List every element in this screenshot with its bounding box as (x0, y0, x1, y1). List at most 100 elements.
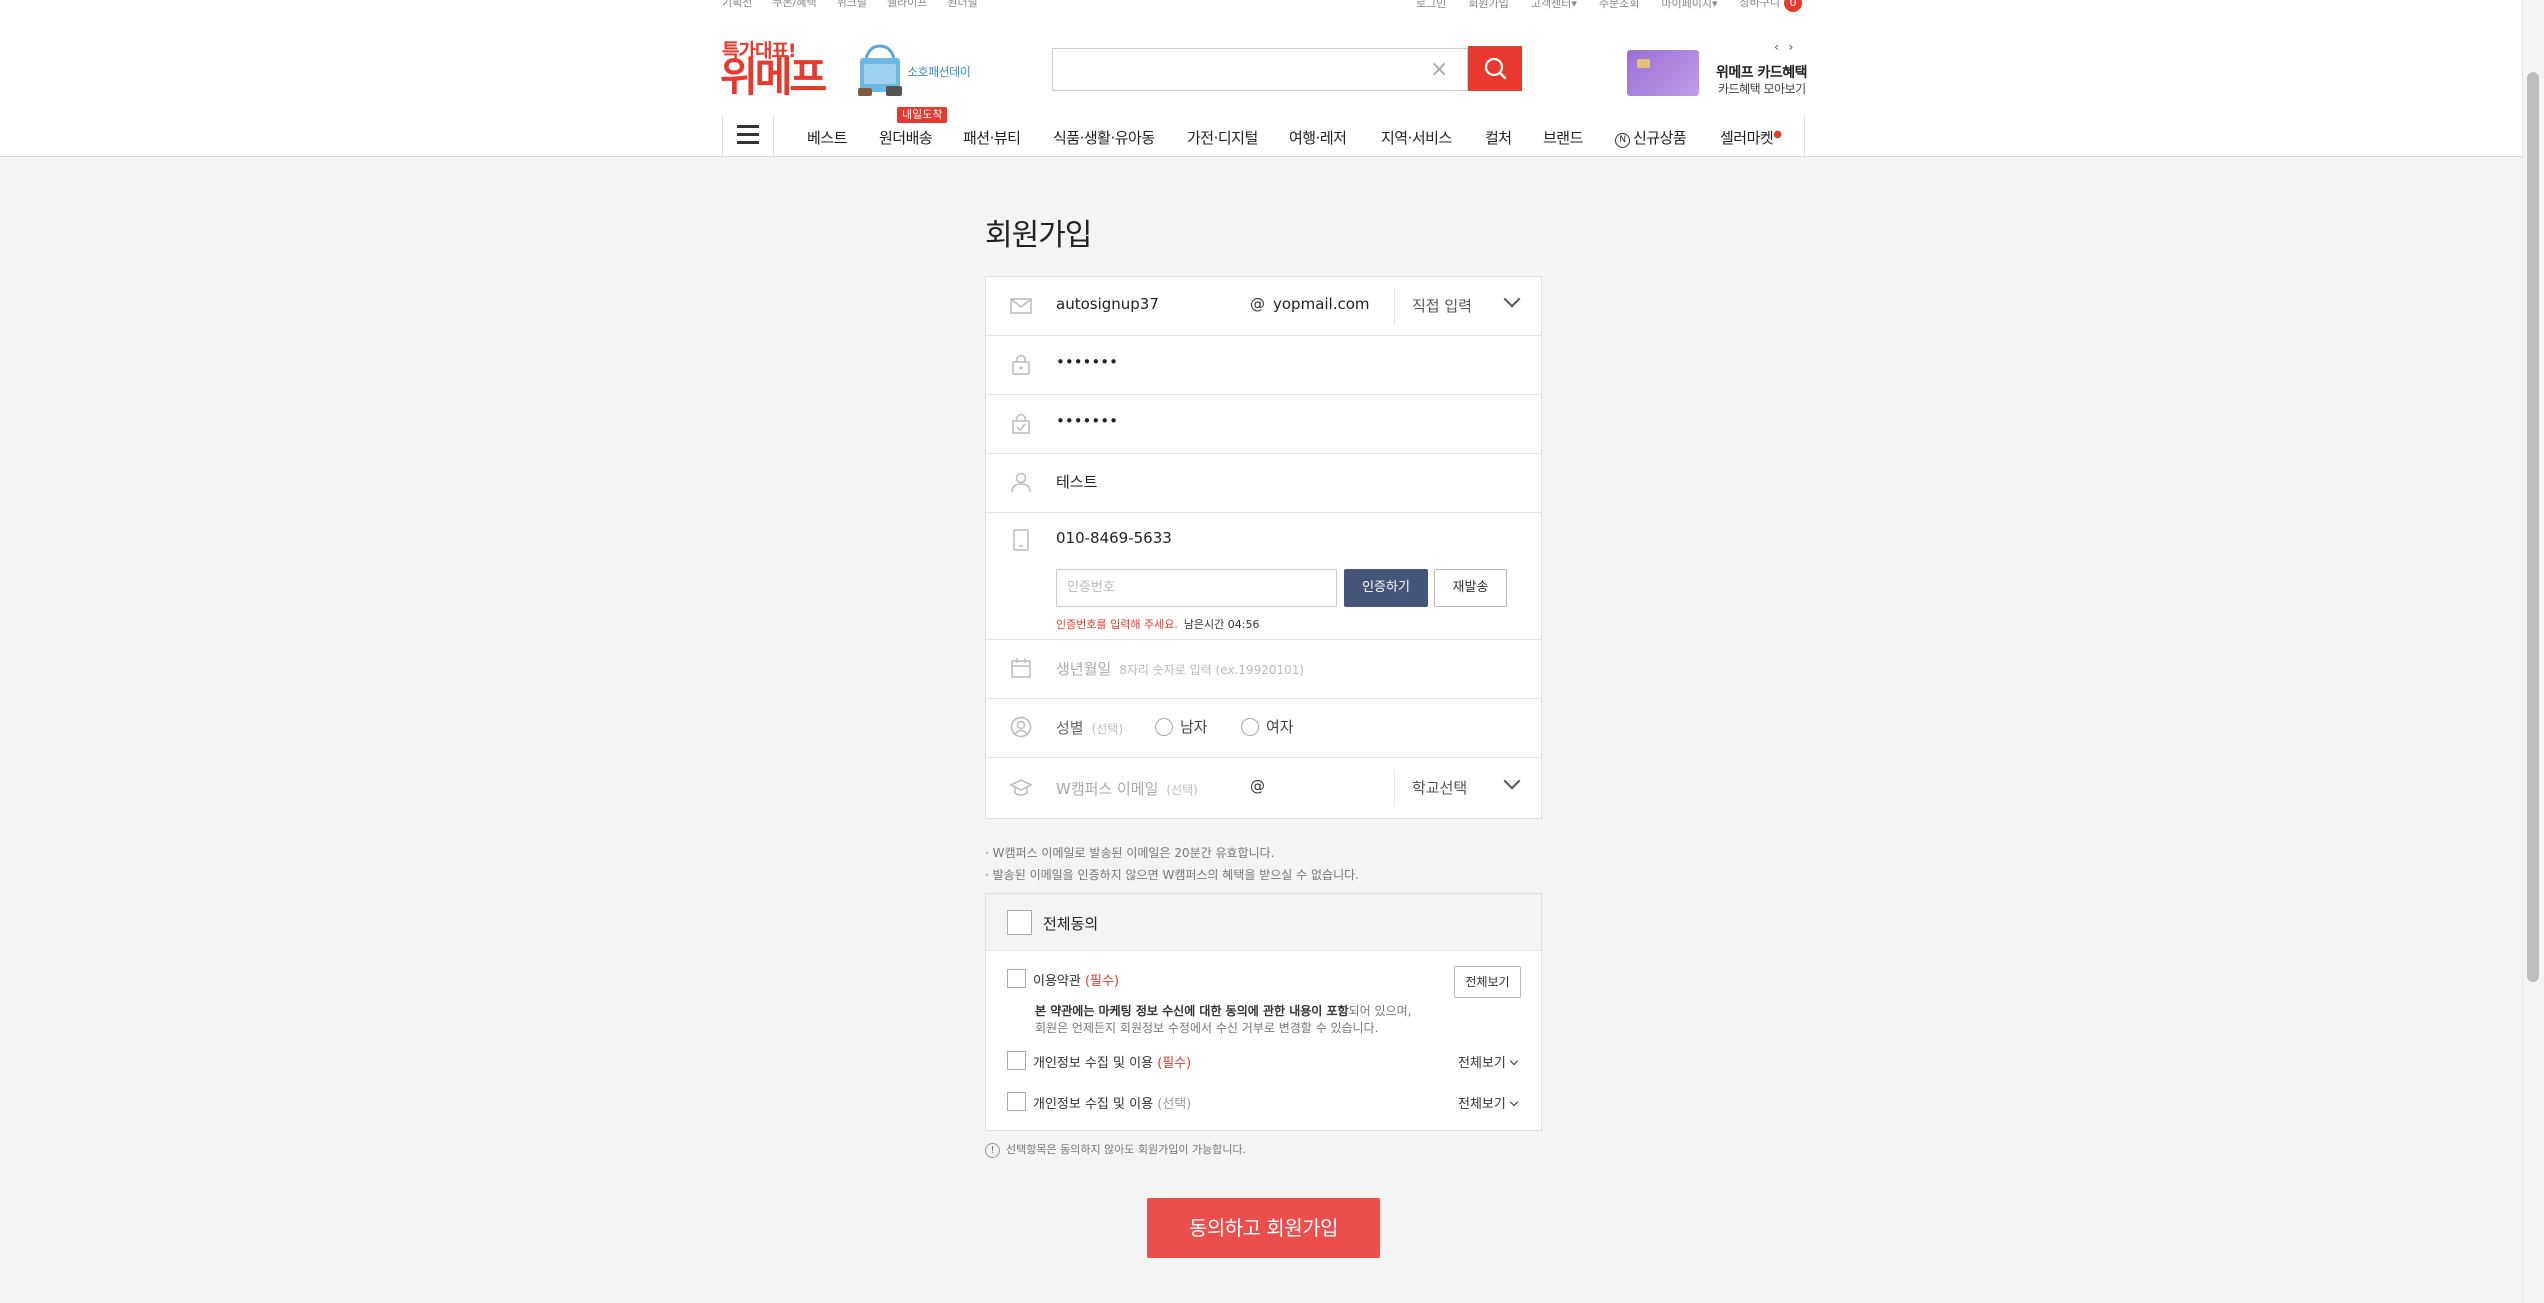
search-input[interactable] (1052, 48, 1468, 91)
signup-link[interactable]: 회원가입 (1468, 0, 1508, 11)
email-divider (1394, 288, 1395, 324)
school-select[interactable]: 학교선택 (1412, 777, 1467, 798)
util-link-3[interactable]: 위크딜 (837, 0, 867, 10)
utility-links-left: 기획전 쿠폰/혜택 위크딜 웰라이프 원더딜 (722, 0, 998, 10)
logo[interactable]: 위메프 (720, 54, 827, 100)
util-link-1[interactable]: 기획전 (722, 0, 752, 10)
auth-code-input[interactable]: 인증번호 (1056, 569, 1337, 607)
utility-links-right: 로그인 회원가입 고객센터▾ 주문조회 마이페이지▾ 장바구니 0 (1394, 0, 1802, 12)
util-link-5[interactable]: 원더딜 (947, 0, 977, 10)
calendar-icon (1011, 658, 1031, 678)
nav-fashion-beauty[interactable]: 패션·뷰티 (963, 127, 1021, 148)
nav-travel-leisure[interactable]: 여행·레저 (1289, 127, 1347, 148)
privacy-optional-view-link[interactable]: 전체보기 (1458, 1093, 1519, 1112)
mypage-label: 마이페이지 (1661, 0, 1712, 10)
info-icon: ! (985, 1143, 1000, 1158)
privacy-required-label[interactable]: 개인정보 수집 및 이용 (필수) (1033, 1052, 1191, 1071)
privacy-required-checkbox[interactable] (1007, 1051, 1026, 1070)
nav-brand[interactable]: 브랜드 (1543, 127, 1583, 148)
login-link[interactable]: 로그인 (1416, 0, 1446, 11)
cart-count-badge: 0 (1784, 0, 1802, 12)
agree-signup-button[interactable]: 동의하고 회원가입 (1147, 1198, 1380, 1258)
agreement-box: 전체동의 이용약관 (필수) 전체보기 본 약관에는 마케팅 정보 수신에 대한… (985, 893, 1542, 1131)
verify-button[interactable]: 인증하기 (1344, 569, 1428, 607)
phone-field[interactable]: 010-8469-5633 (1056, 529, 1172, 547)
nav-wonder-delivery[interactable]: 원더배송 (879, 127, 933, 148)
card-benefit-sub[interactable]: 카드혜택 모아보기 (1718, 80, 1806, 97)
lock-check-icon (1012, 413, 1030, 434)
note-line-1: · W캠퍼스 이메일로 발송된 이메일은 20분간 유효합니다. (985, 846, 1275, 860)
password-confirm-row: ••••••• (986, 395, 1541, 454)
agree-all-row: 전체동의 (986, 894, 1541, 951)
nav-local-service[interactable]: 지역·서비스 (1381, 127, 1452, 148)
privacy-optional-tag: (선택) (1157, 1097, 1192, 1112)
privacy-optional-view-label: 전체보기 (1458, 1097, 1506, 1112)
util-link-4[interactable]: 웰라이프 (887, 0, 927, 10)
gender-male-label[interactable]: 남자 (1180, 716, 1208, 737)
search-icon (1484, 57, 1507, 80)
privacy-optional-checkbox[interactable] (1007, 1092, 1026, 1111)
agree-all-label[interactable]: 전체동의 (1043, 913, 1098, 934)
gender-label: 성별 (1056, 719, 1084, 737)
nav-seller-market[interactable]: 셀러마켓● (1720, 127, 1782, 148)
card-benefit-image[interactable] (1627, 50, 1699, 96)
hamburger-menu-icon[interactable] (737, 125, 759, 147)
page-title: 회원가입 (985, 218, 1092, 253)
clear-icon[interactable]: × (1430, 57, 1448, 82)
shopping-bag-icon[interactable] (856, 44, 904, 98)
campus-email-field[interactable]: W캠퍼스 이메일 (선택) (1056, 778, 1198, 799)
privacy-optional-label[interactable]: 개인정보 수집 및 이용 (선택) (1033, 1093, 1191, 1112)
terms-label[interactable]: 이용약관 (필수) (1033, 970, 1119, 989)
password-field[interactable]: ••••••• (1056, 353, 1118, 371)
marketing-notice-tail: 되어 있으며, (1348, 1004, 1412, 1018)
category-nav: 내일도착 베스트 원더배송 패션·뷰티 식품·생활·유아동 가전·디지털 여행·… (722, 107, 1805, 157)
scrollbar-thumb[interactable] (2527, 72, 2539, 982)
campus-email-row: W캠퍼스 이메일 (선택) @ 학교선택 (986, 758, 1541, 819)
agree-all-checkbox[interactable] (1007, 910, 1032, 935)
birth-row: 생년월일 8자리 숫자로 입력 (ex.19920101) (986, 640, 1541, 699)
resend-button[interactable]: 재발송 (1434, 569, 1507, 607)
card-banner-arrows[interactable]: ‹ › (1774, 40, 1796, 54)
nav-new-products-label: 신규상품 (1633, 129, 1687, 147)
chevron-down-icon[interactable] (1503, 290, 1521, 308)
name-row: 테스트 (986, 454, 1541, 513)
email-id-field[interactable]: autosignup37 (1056, 295, 1159, 313)
mypage-link[interactable]: 마이페이지▾ (1661, 0, 1717, 11)
birth-label: 생년월일 (1056, 660, 1112, 678)
cart-link[interactable]: 장바구니 0 (1740, 0, 1802, 12)
terms-view-button[interactable]: 전체보기 (1454, 966, 1521, 998)
password-row: ••••••• (986, 336, 1541, 395)
terms-checkbox[interactable] (1007, 969, 1026, 988)
gender-female-radio[interactable] (1241, 718, 1259, 736)
gender-male-radio[interactable] (1155, 718, 1173, 736)
nav-food-living[interactable]: 식품·생활·유아동 (1053, 127, 1155, 148)
nav-new-products[interactable]: N 신규상품 (1615, 127, 1687, 148)
gender-hint: (선택) (1091, 722, 1124, 736)
chevron-down-icon[interactable] (1503, 772, 1521, 790)
user-icon (1011, 472, 1031, 493)
nav-appliance-digital[interactable]: 가전·디지털 (1187, 127, 1258, 148)
nav-divider (773, 116, 774, 157)
email-domain-field[interactable]: yopmail.com (1273, 295, 1370, 313)
password-confirm-field[interactable]: ••••••• (1056, 412, 1118, 430)
signup-form: autosignup37 @ yopmail.com 직접 입력 •••••••… (985, 276, 1542, 819)
name-field[interactable]: 테스트 (1056, 471, 1097, 492)
nav-best[interactable]: 베스트 (807, 127, 847, 148)
graduation-cap-icon (1010, 779, 1032, 796)
privacy-required-view-link[interactable]: 전체보기 (1458, 1052, 1519, 1071)
phone-icon (1013, 529, 1029, 551)
search-button[interactable] (1468, 46, 1522, 91)
nav-culture[interactable]: 컬처 (1485, 127, 1512, 148)
card-chip-icon (1637, 59, 1650, 68)
note-line-2: · 발송된 이메일을 인증하지 않으면 W캠퍼스의 혜택을 받으실 수 없습니다… (985, 868, 1359, 882)
birth-field[interactable]: 생년월일 8자리 숫자로 입력 (ex.19920101) (1056, 658, 1304, 679)
order-tracking-link[interactable]: 주문조회 (1599, 0, 1639, 11)
card-benefit-title[interactable]: 위메프 카드혜택 (1716, 62, 1808, 82)
email-domain-select[interactable]: 직접 입력 (1412, 295, 1472, 316)
privacy-required-tag: (필수) (1157, 1056, 1192, 1071)
support-link[interactable]: 고객센터▾ (1531, 0, 1577, 11)
gender-female-label[interactable]: 여자 (1266, 716, 1294, 737)
promo-link[interactable]: 소호패션데이 (907, 63, 971, 80)
auth-timer: 남은시간 04:56 (1183, 618, 1260, 631)
util-link-2[interactable]: 쿠폰/혜택 (772, 0, 816, 10)
